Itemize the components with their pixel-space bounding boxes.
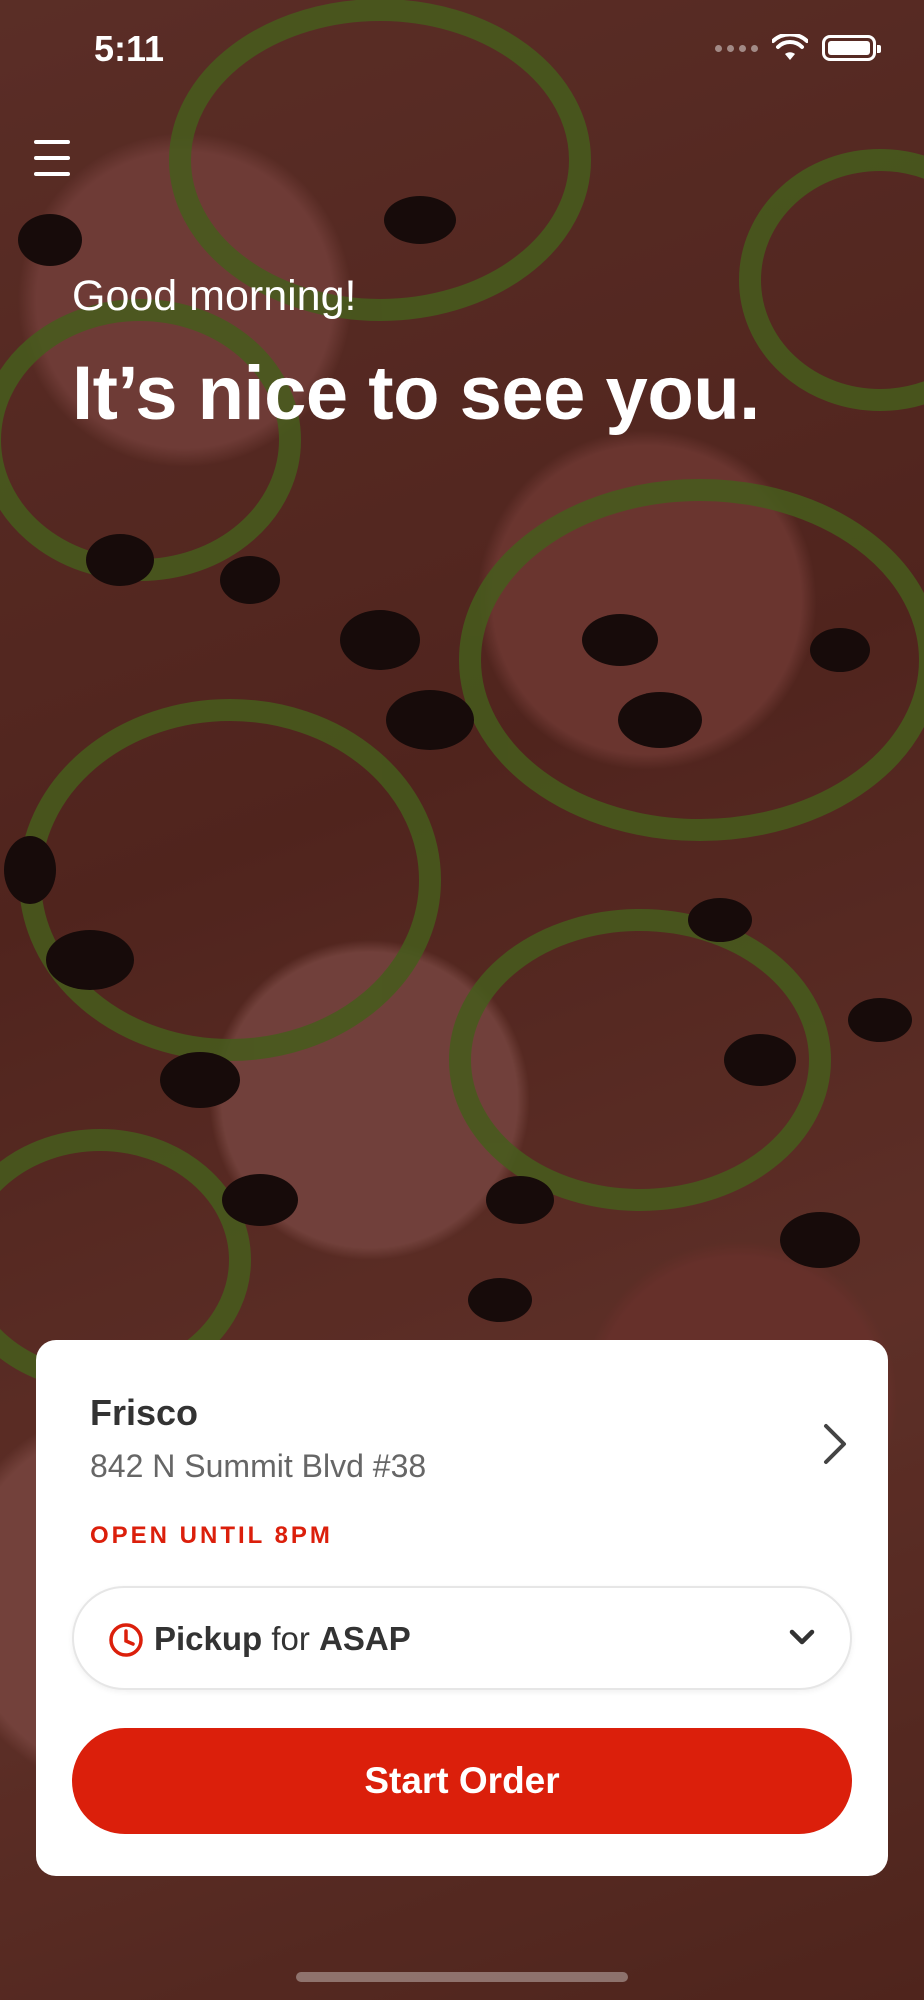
order-type-label: Pickup for ASAP [154,1620,411,1658]
order-type-dropdown[interactable]: Pickup for ASAP [72,1586,852,1690]
order-timing: ASAP [319,1620,411,1657]
store-hours-status: OPEN UNTIL 8PM [90,1522,333,1549]
order-connector: for [271,1620,310,1657]
greeting-text: Good morning! [72,272,357,320]
store-selector[interactable]: Frisco 842 N Summit Blvd #38 [90,1392,850,1502]
status-time: 5:11 [94,28,165,69]
battery-icon [822,35,881,61]
wifi-icon [772,34,808,60]
headline-text: It’s nice to see you. [72,351,760,436]
chevron-right-icon [824,1424,846,1464]
chevron-down-icon [789,1629,815,1645]
home-indicator [296,1972,628,1982]
status-bar: 5:11 [0,0,924,100]
signal-icon [715,44,758,52]
status-icons [715,34,881,62]
store-address: 842 N Summit Blvd #38 [90,1448,427,1484]
store-name: Frisco [90,1392,199,1433]
store-card: Frisco 842 N Summit Blvd #38 OPEN UNTIL … [36,1340,888,1876]
clock-icon [109,1623,143,1657]
menu-icon[interactable] [34,140,74,176]
order-mode: Pickup [154,1620,263,1657]
start-order-button[interactable]: Start Order [72,1728,852,1834]
